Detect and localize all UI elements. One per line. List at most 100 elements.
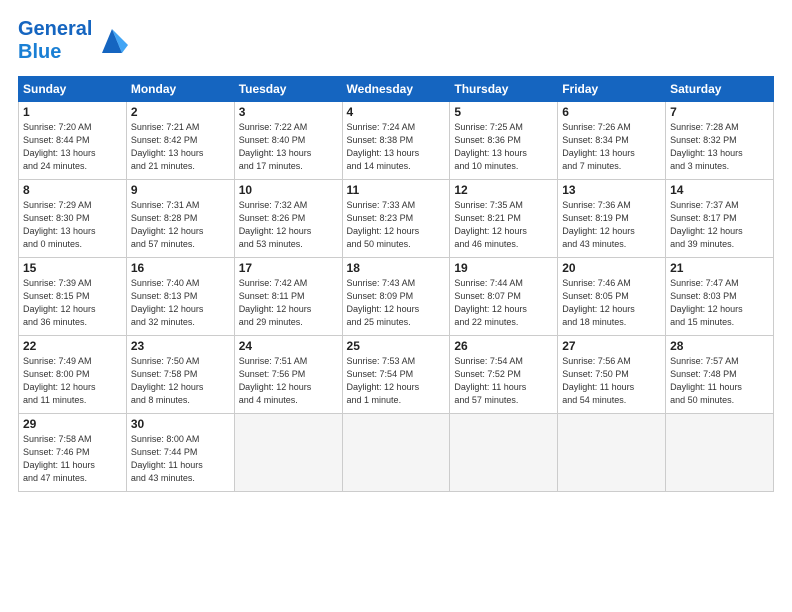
calendar-cell: 7 Sunrise: 7:28 AM Sunset: 8:32 PM Daylig…	[666, 102, 774, 180]
day-number: 27	[562, 339, 661, 353]
day-number: 4	[347, 105, 446, 119]
calendar-cell	[666, 414, 774, 492]
col-header-friday: Friday	[558, 77, 666, 102]
week-row-5: 29Sunrise: 7:58 AM Sunset: 7:46 PM Dayli…	[19, 414, 774, 492]
col-header-tuesday: Tuesday	[234, 77, 342, 102]
col-header-thursday: Thursday	[450, 77, 558, 102]
calendar-cell	[342, 414, 450, 492]
day-info: Sunrise: 7:32 AM Sunset: 8:26 PM Dayligh…	[239, 199, 338, 251]
day-number: 17	[239, 261, 338, 275]
day-number: 24	[239, 339, 338, 353]
day-number: 7	[670, 105, 769, 119]
day-number: 28	[670, 339, 769, 353]
calendar-cell: 3 Sunrise: 7:22 AM Sunset: 8:40 PM Daylig…	[234, 102, 342, 180]
day-number: 3	[239, 105, 338, 119]
day-info: Sunrise: 7:35 AM Sunset: 8:21 PM Dayligh…	[454, 199, 553, 251]
col-header-monday: Monday	[126, 77, 234, 102]
calendar-cell	[234, 414, 342, 492]
day-info: Sunrise: 7:43 AM Sunset: 8:09 PM Dayligh…	[347, 277, 446, 329]
day-info: Sunrise: 7:37 AM Sunset: 8:17 PM Dayligh…	[670, 199, 769, 251]
calendar-cell: 21 Sunrise: 7:47 AM Sunset: 8:03 PM Dayli…	[666, 258, 774, 336]
calendar-cell: 20 Sunrise: 7:46 AM Sunset: 8:05 PM Dayli…	[558, 258, 666, 336]
page: General Blue SundayMondayTuesdayWednesda…	[0, 0, 792, 502]
calendar-cell: 24 Sunrise: 7:51 AM Sunset: 7:56 PM Dayli…	[234, 336, 342, 414]
day-info: Sunrise: 8:00 AM Sunset: 7:44 PM Dayligh…	[131, 433, 230, 485]
calendar-cell: 29Sunrise: 7:58 AM Sunset: 7:46 PM Dayli…	[19, 414, 127, 492]
day-number: 6	[562, 105, 661, 119]
day-info: Sunrise: 7:44 AM Sunset: 8:07 PM Dayligh…	[454, 277, 553, 329]
col-header-saturday: Saturday	[666, 77, 774, 102]
header-row: SundayMondayTuesdayWednesdayThursdayFrid…	[19, 77, 774, 102]
week-row-3: 15 Sunrise: 7:39 AM Sunset: 8:15 PM Dayli…	[19, 258, 774, 336]
day-info: Sunrise: 7:22 AM Sunset: 8:40 PM Dayligh…	[239, 121, 338, 173]
calendar-cell: 9 Sunrise: 7:31 AM Sunset: 8:28 PM Daylig…	[126, 180, 234, 258]
calendar-cell: 12 Sunrise: 7:35 AM Sunset: 8:21 PM Dayli…	[450, 180, 558, 258]
col-header-wednesday: Wednesday	[342, 77, 450, 102]
day-info: Sunrise: 7:57 AM Sunset: 7:48 PM Dayligh…	[670, 355, 769, 407]
logo-icon	[96, 25, 128, 57]
calendar-cell: 15 Sunrise: 7:39 AM Sunset: 8:15 PM Dayli…	[19, 258, 127, 336]
calendar-cell	[558, 414, 666, 492]
calendar-cell: 26 Sunrise: 7:54 AM Sunset: 7:52 PM Dayli…	[450, 336, 558, 414]
day-info: Sunrise: 7:31 AM Sunset: 8:28 PM Dayligh…	[131, 199, 230, 251]
day-number: 30	[131, 417, 230, 431]
calendar-cell: 28 Sunrise: 7:57 AM Sunset: 7:48 PM Dayli…	[666, 336, 774, 414]
day-number: 11	[347, 183, 446, 197]
day-number: 18	[347, 261, 446, 275]
day-number: 8	[23, 183, 122, 197]
day-info: Sunrise: 7:28 AM Sunset: 8:32 PM Dayligh…	[670, 121, 769, 173]
day-info: Sunrise: 7:46 AM Sunset: 8:05 PM Dayligh…	[562, 277, 661, 329]
day-info: Sunrise: 7:33 AM Sunset: 8:23 PM Dayligh…	[347, 199, 446, 251]
calendar-cell: 4Sunrise: 7:24 AM Sunset: 8:38 PM Daylig…	[342, 102, 450, 180]
calendar-cell: 19 Sunrise: 7:44 AM Sunset: 8:07 PM Dayli…	[450, 258, 558, 336]
calendar-cell: 27 Sunrise: 7:56 AM Sunset: 7:50 PM Dayli…	[558, 336, 666, 414]
day-number: 26	[454, 339, 553, 353]
day-number: 5	[454, 105, 553, 119]
day-info: Sunrise: 7:20 AM Sunset: 8:44 PM Dayligh…	[23, 121, 122, 173]
day-info: Sunrise: 7:50 AM Sunset: 7:58 PM Dayligh…	[131, 355, 230, 407]
day-number: 16	[131, 261, 230, 275]
day-info: Sunrise: 7:51 AM Sunset: 7:56 PM Dayligh…	[239, 355, 338, 407]
calendar-cell: 18 Sunrise: 7:43 AM Sunset: 8:09 PM Dayli…	[342, 258, 450, 336]
day-number: 22	[23, 339, 122, 353]
day-number: 25	[347, 339, 446, 353]
day-number: 19	[454, 261, 553, 275]
logo: General Blue	[18, 18, 128, 64]
day-number: 29	[23, 417, 122, 431]
day-number: 10	[239, 183, 338, 197]
day-info: Sunrise: 7:56 AM Sunset: 7:50 PM Dayligh…	[562, 355, 661, 407]
week-row-2: 8Sunrise: 7:29 AM Sunset: 8:30 PM Daylig…	[19, 180, 774, 258]
calendar-cell: 1 Sunrise: 7:20 AM Sunset: 8:44 PM Daylig…	[19, 102, 127, 180]
calendar-cell: 14 Sunrise: 7:37 AM Sunset: 8:17 PM Dayli…	[666, 180, 774, 258]
day-info: Sunrise: 7:39 AM Sunset: 8:15 PM Dayligh…	[23, 277, 122, 329]
day-info: Sunrise: 7:25 AM Sunset: 8:36 PM Dayligh…	[454, 121, 553, 173]
calendar-cell: 23 Sunrise: 7:50 AM Sunset: 7:58 PM Dayli…	[126, 336, 234, 414]
day-number: 15	[23, 261, 122, 275]
day-number: 2	[131, 105, 230, 119]
day-info: Sunrise: 7:21 AM Sunset: 8:42 PM Dayligh…	[131, 121, 230, 173]
calendar-cell: 25Sunrise: 7:53 AM Sunset: 7:54 PM Dayli…	[342, 336, 450, 414]
header: General Blue	[18, 18, 774, 64]
day-info: Sunrise: 7:40 AM Sunset: 8:13 PM Dayligh…	[131, 277, 230, 329]
day-number: 21	[670, 261, 769, 275]
calendar-cell: 17Sunrise: 7:42 AM Sunset: 8:11 PM Dayli…	[234, 258, 342, 336]
day-info: Sunrise: 7:47 AM Sunset: 8:03 PM Dayligh…	[670, 277, 769, 329]
week-row-1: 1 Sunrise: 7:20 AM Sunset: 8:44 PM Daylig…	[19, 102, 774, 180]
day-info: Sunrise: 7:36 AM Sunset: 8:19 PM Dayligh…	[562, 199, 661, 251]
col-header-sunday: Sunday	[19, 77, 127, 102]
calendar-table: SundayMondayTuesdayWednesdayThursdayFrid…	[18, 76, 774, 492]
calendar-cell: 2 Sunrise: 7:21 AM Sunset: 8:42 PM Daylig…	[126, 102, 234, 180]
day-info: Sunrise: 7:26 AM Sunset: 8:34 PM Dayligh…	[562, 121, 661, 173]
day-number: 12	[454, 183, 553, 197]
calendar-cell: 5 Sunrise: 7:25 AM Sunset: 8:36 PM Daylig…	[450, 102, 558, 180]
calendar-cell: 13Sunrise: 7:36 AM Sunset: 8:19 PM Dayli…	[558, 180, 666, 258]
day-number: 9	[131, 183, 230, 197]
day-number: 23	[131, 339, 230, 353]
calendar-cell: 11 Sunrise: 7:33 AM Sunset: 8:23 PM Dayli…	[342, 180, 450, 258]
calendar-cell: 8Sunrise: 7:29 AM Sunset: 8:30 PM Daylig…	[19, 180, 127, 258]
day-number: 14	[670, 183, 769, 197]
day-number: 20	[562, 261, 661, 275]
day-info: Sunrise: 7:54 AM Sunset: 7:52 PM Dayligh…	[454, 355, 553, 407]
week-row-4: 22Sunrise: 7:49 AM Sunset: 8:00 PM Dayli…	[19, 336, 774, 414]
day-number: 1	[23, 105, 122, 119]
